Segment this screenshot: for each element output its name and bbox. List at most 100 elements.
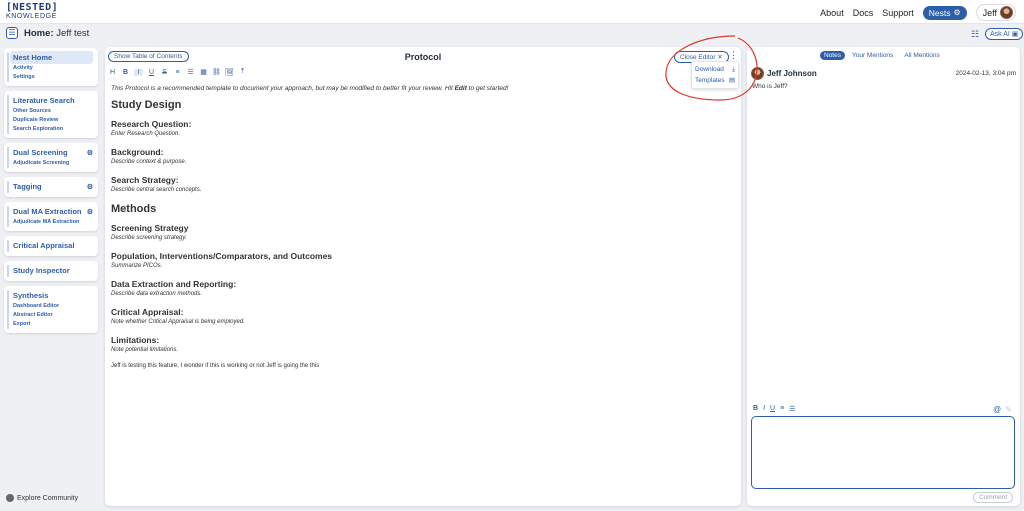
protocol-title: Protocol [404, 52, 442, 62]
sidebar-subitem-settings[interactable]: Settings [13, 73, 93, 82]
bullet-list-icon[interactable]: ≡ [780, 405, 784, 413]
sidebar-item-nest-home[interactable]: Nest Home [10, 51, 93, 64]
hamburger-menu-icon[interactable]: ☰ [6, 27, 18, 39]
strikethrough-icon[interactable]: S [160, 69, 169, 76]
avatar [751, 67, 764, 80]
gear-icon[interactable]: ⚙ [87, 208, 93, 216]
sidebar-item-label: Tagging [13, 182, 42, 191]
comment-button[interactable]: Comment [973, 492, 1014, 503]
protocol-panel: Show Table of Contents Protocol Close Ed… [105, 47, 741, 506]
image-icon[interactable]: 🖼 [225, 68, 234, 76]
tab-your-mentions[interactable]: Your Mentions [848, 51, 897, 60]
logo-main: [NESTED] [6, 2, 59, 13]
sidebar-subitem-abstract-editor[interactable]: Abstract Editor [13, 311, 93, 320]
subsection-heading: Search Strategy: [111, 175, 179, 185]
italic-icon[interactable]: I [763, 405, 765, 413]
subsection-heading: Data Extraction and Reporting: [111, 279, 237, 289]
bullet-list-icon[interactable]: ≡ [173, 69, 182, 76]
note-date: 2024-02-13, 3:04 pm [955, 70, 1016, 77]
user-menu[interactable]: Jeff [975, 4, 1016, 21]
sidebar-subitem-adjudicate-ma-extraction[interactable]: Adjudicate MA Extraction [13, 218, 93, 227]
note-author: Jeff Johnson [767, 69, 817, 78]
gear-icon[interactable]: ⚙ [87, 149, 93, 157]
gear-icon: ⚙ [953, 8, 961, 17]
section-description: Summarize PICOs. [111, 263, 163, 269]
sidebar-group: Tagging ⚙ [4, 177, 98, 197]
sidebar-subitem-adjudicate-screening[interactable]: Adjudicate Screening [13, 159, 93, 168]
sidebar-item-literature-search[interactable]: Literature Search [13, 94, 93, 107]
protocol-editor[interactable]: This Protocol is a recommended template … [111, 85, 731, 369]
top-bar: [NESTED] KNOWLEDGE About Docs Support Ne… [0, 0, 1024, 24]
sidebar-item-label: Nest Home [13, 53, 53, 62]
sidebar-item-label: Study Inspector [13, 266, 70, 275]
body-text: Jeff is testing this feature, I wonder i… [111, 363, 320, 369]
list-view-icon[interactable]: ☷ [971, 29, 979, 40]
intro-part1: This Protocol is a recommended template … [111, 85, 455, 92]
about-link[interactable]: About [820, 8, 844, 18]
upload-icon[interactable]: ⤒ [238, 68, 247, 76]
nests-button[interactable]: Nests ⚙ [922, 5, 967, 20]
support-link[interactable]: Support [882, 8, 914, 18]
sidebar-item-dual-screening[interactable]: Dual Screening ⚙ [13, 146, 93, 159]
logo-sub: KNOWLEDGE [6, 13, 57, 20]
tab-notes[interactable]: Notes [820, 51, 845, 60]
sidebar-subitem-activity[interactable]: Activity [13, 64, 93, 73]
comment-input[interactable] [751, 416, 1015, 489]
sidebar-item-label: Dual MA Extraction [13, 207, 82, 216]
subsection-heading: Research Question: [111, 119, 192, 129]
numbered-list-icon[interactable]: ☰ [789, 405, 795, 413]
explore-label: Explore Community [17, 494, 79, 502]
italic-icon[interactable]: I [134, 68, 143, 76]
explore-community-link[interactable]: Explore Community [6, 494, 78, 502]
header-bar: ☰ Home: Jeff test ☷ Ask AI ▣ [0, 24, 1024, 44]
subsection-heading: Limitations: [111, 335, 160, 345]
section-description: Note potential limitations. [111, 347, 179, 353]
logo[interactable]: [NESTED] KNOWLEDGE [6, 2, 59, 21]
note-header: Jeff Johnson 2024-02-13, 3:04 pm [751, 67, 1016, 80]
editor-toolbar: H B I U S ≡ ☰ ▦ ⛓ 🖼 ⤒ [108, 68, 247, 76]
sidebar-item-dual-ma-extraction[interactable]: Dual MA Extraction ⚙ [13, 205, 93, 218]
link-icon[interactable]: ⛓ [212, 68, 221, 76]
mention-icon[interactable]: @ [993, 405, 1001, 414]
sidebar-group: Critical Appraisal [4, 236, 98, 256]
reply-toolbar: B I U ≡ ☰ [753, 405, 795, 413]
sidebar-subitem-export[interactable]: Export [13, 320, 93, 329]
notes-tabs: Notes Your Mentions All Mentions [820, 51, 944, 60]
more-options-icon[interactable]: ⋮ [729, 50, 738, 61]
section-description: Describe context & purpose. [111, 159, 187, 165]
close-icon: ✕ [717, 54, 723, 61]
underline-icon[interactable]: U [147, 69, 156, 76]
sidebar-subitem-dashboard-editor[interactable]: Dashboard Editor [13, 302, 93, 311]
sidebar-item-critical-appraisal[interactable]: Critical Appraisal [13, 239, 93, 252]
underline-icon[interactable]: U [770, 405, 775, 413]
bold-icon[interactable]: B [753, 405, 758, 413]
sidebar-item-tagging[interactable]: Tagging ⚙ [13, 180, 93, 193]
sidebar-subitem-other-sources[interactable]: Other Sources [13, 107, 93, 116]
sidebar-item-label: Critical Appraisal [13, 241, 75, 250]
tab-all-mentions[interactable]: All Mentions [900, 51, 943, 60]
section-heading: Study Design [111, 99, 182, 111]
globe-icon [6, 494, 14, 502]
bold-icon[interactable]: B [121, 69, 130, 76]
subsection-heading: Screening Strategy [111, 223, 189, 233]
docs-link[interactable]: Docs [853, 8, 874, 18]
user-name: Jeff [982, 7, 997, 18]
sidebar-subitem-duplicate-review[interactable]: Duplicate Review [13, 116, 93, 125]
ask-ai-label: Ask AI [990, 31, 1010, 38]
sidebar-group: Literature Search Other Sources Duplicate … [4, 91, 98, 138]
heading-icon[interactable]: H [108, 69, 117, 76]
table-icon[interactable]: ▦ [199, 68, 208, 76]
sidebar-subitem-search-exploration[interactable]: Search Exploration [13, 125, 93, 134]
ask-ai-button[interactable]: Ask AI ▣ [985, 28, 1024, 40]
section-description: Describe central search concepts. [111, 187, 202, 193]
sidebar-group: Dual Screening ⚙ Adjudicate Screening [4, 143, 98, 172]
sidebar-item-study-inspector[interactable]: Study Inspector [13, 264, 93, 277]
download-menu-item[interactable]: Download ⤓ [695, 64, 735, 75]
sidebar-item-label: Dual Screening [13, 148, 68, 157]
gear-icon[interactable]: ⚙ [87, 183, 93, 191]
sidebar-item-synthesis[interactable]: Synthesis [13, 289, 93, 302]
pencil-icon[interactable]: ✎ [1005, 405, 1012, 414]
numbered-list-icon[interactable]: ☰ [186, 68, 195, 76]
nests-label: Nests [928, 7, 951, 18]
sidebar-group: Synthesis Dashboard Editor Abstract Editor… [4, 286, 98, 333]
